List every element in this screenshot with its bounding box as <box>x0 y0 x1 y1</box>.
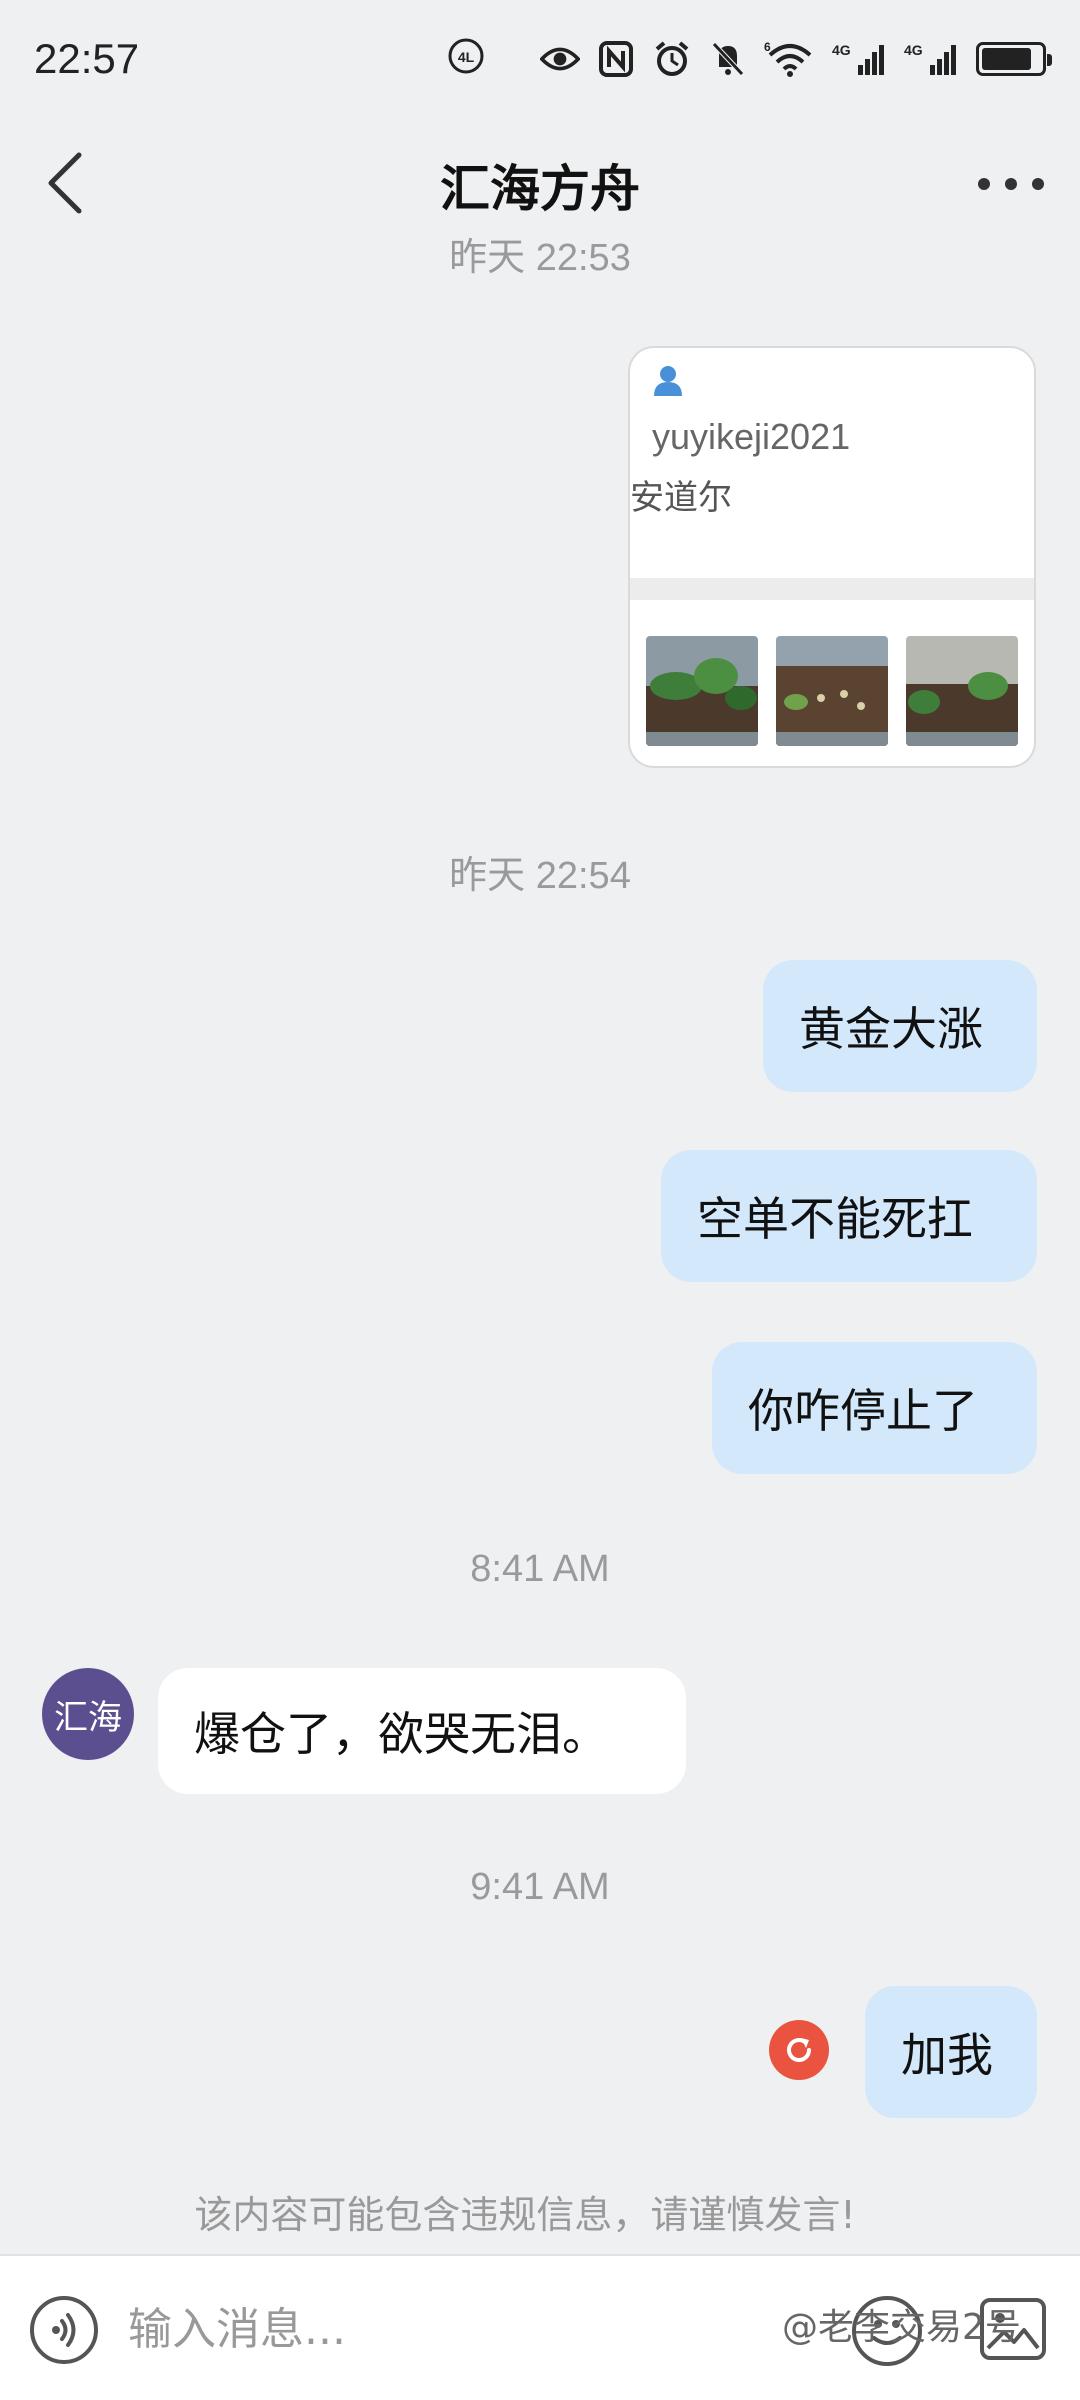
svg-text:4L: 4L <box>458 49 475 65</box>
user-icon <box>650 362 686 402</box>
signal-label-2: 4G <box>904 42 923 58</box>
refresh-icon <box>787 2038 811 2062</box>
timestamp: 昨天 22:53 <box>449 237 631 279</box>
message-bubble-sent[interactable]: 加我 <box>865 1986 1037 2118</box>
timestamp: 9:41 AM <box>470 1866 610 1908</box>
message-bubble-sent[interactable]: 空单不能死扛 <box>661 1150 1037 1282</box>
status-icons: 4L 6 4G 4G <box>448 38 1052 79</box>
signal-icon: 4G <box>904 39 960 79</box>
message-text: 空单不能死扛 <box>697 1192 973 1246</box>
signal-icon: 4G <box>832 39 888 79</box>
nfc-icon <box>596 39 636 79</box>
eye-icon <box>540 39 580 79</box>
hd-icon: 4L <box>446 36 486 76</box>
more-button[interactable] <box>968 154 1054 214</box>
message-text: 加我 <box>901 2028 993 2082</box>
mute-icon <box>708 39 748 79</box>
chevron-left-icon <box>48 152 82 214</box>
timestamp: 昨天 22:54 <box>449 855 631 897</box>
card-thumbnails <box>646 636 1018 746</box>
wifi-label: 6 <box>764 41 771 54</box>
more-dots-icon <box>978 178 1044 190</box>
content-warning: 该内容可能包含违规信息，请谨慎发言! <box>194 2193 856 2237</box>
shared-card-message[interactable]: yuyikeji2021 安道尔 <box>628 346 1036 768</box>
nav-bar: 汇海方舟 <box>0 118 1080 252</box>
plant-thumbnail[interactable] <box>906 636 1018 746</box>
message-bubble-received[interactable]: 爆仓了，欲哭无泪。 <box>158 1668 686 1794</box>
back-button[interactable] <box>30 148 100 218</box>
message-text: 爆仓了，欲哭无泪。 <box>194 1707 608 1761</box>
wifi-icon: 6 <box>764 39 816 79</box>
message-input[interactable] <box>128 2286 728 2372</box>
resend-button[interactable] <box>769 2020 829 2080</box>
voice-button[interactable] <box>30 2296 98 2364</box>
status-time: 22:57 <box>34 35 140 82</box>
alarm-icon <box>652 39 692 79</box>
avatar[interactable]: 汇海 <box>42 1668 134 1760</box>
page-title: 汇海方舟 <box>440 160 640 218</box>
status-bar: 22:57 4L 6 4G 4G <box>0 0 1080 118</box>
battery-icon <box>976 42 1052 76</box>
card-divider <box>630 578 1034 600</box>
plant-thumbnail[interactable] <box>646 636 758 746</box>
voice-icon <box>52 2313 76 2347</box>
signal-label-1: 4G <box>832 42 851 58</box>
input-bar: @老李交易2号 <box>0 2254 1080 2400</box>
timestamp: 8:41 AM <box>470 1548 610 1590</box>
watermark: @老李交易2号 <box>782 2307 1021 2348</box>
battery-fill <box>982 48 1032 70</box>
message-text: 你咋停止了 <box>748 1384 978 1438</box>
message-bubble-sent[interactable]: 黄金大涨 <box>763 960 1037 1092</box>
card-username: yuyikeji2021 <box>652 416 851 457</box>
plant-thumbnail[interactable] <box>776 636 888 746</box>
chat-area[interactable]: 昨天 22:53 yuyikeji2021 安道尔 昨天 22:54 黄金大涨 … <box>0 236 1080 2246</box>
message-text: 黄金大涨 <box>799 1002 983 1056</box>
message-bubble-sent[interactable]: 你咋停止了 <box>712 1342 1037 1474</box>
card-description: 安道尔 <box>630 478 732 518</box>
